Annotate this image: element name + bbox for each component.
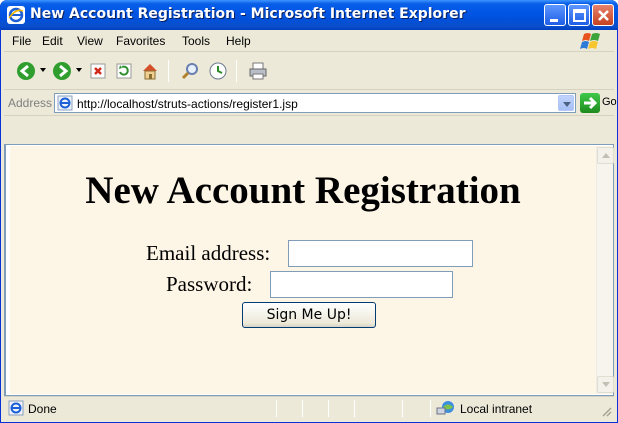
status-divider [430, 400, 431, 417]
close-icon [598, 10, 609, 21]
back-icon[interactable] [16, 61, 36, 81]
ie-logo-icon [7, 6, 25, 24]
toolbar-separator [236, 60, 237, 82]
back-dropdown-icon[interactable] [40, 68, 46, 72]
scroll-down-icon[interactable] [597, 376, 614, 393]
title-bar[interactable]: New Account Registration - Microsoft Int… [0, 0, 618, 30]
browser-window: New Account Registration - Microsoft Int… [0, 0, 618, 423]
status-divider [328, 400, 329, 417]
email-label: Email address: [146, 241, 271, 265]
maximize-icon [573, 9, 586, 22]
sign-up-button[interactable]: Sign Me Up! [242, 302, 376, 328]
search-icon[interactable] [180, 61, 200, 81]
close-button[interactable] [592, 4, 614, 26]
forward-icon[interactable] [52, 61, 72, 81]
menu-edit[interactable]: Edit [42, 34, 63, 48]
stop-icon[interactable] [88, 61, 108, 81]
page-heading: New Account Registration [85, 169, 521, 212]
menu-favorites[interactable]: Favorites [116, 34, 165, 48]
windows-logo-icon [580, 33, 600, 49]
status-divider [402, 400, 403, 417]
vertical-scrollbar[interactable] [596, 146, 614, 394]
print-icon[interactable] [248, 61, 268, 81]
address-url: http://localhost/struts-actions/register… [77, 97, 298, 111]
menu-file[interactable]: File [12, 34, 31, 48]
password-field[interactable] [270, 271, 453, 298]
menu-view[interactable]: View [77, 34, 103, 48]
window-title: New Account Registration - Microsoft Int… [30, 6, 466, 22]
intranet-zone-icon [436, 401, 454, 415]
toolbar [4, 52, 614, 90]
go-arrow-icon [584, 96, 598, 110]
menu-bar: File Edit View Favorites Tools Help [4, 30, 614, 52]
done-page-icon [8, 400, 24, 416]
page-content: New Account Registration Email address: … [10, 146, 596, 394]
home-icon[interactable] [140, 61, 160, 81]
password-label: Password: [166, 272, 253, 296]
minimize-icon [550, 19, 558, 22]
status-text: Done [28, 402, 57, 416]
status-divider [354, 400, 355, 417]
favorites-icon[interactable] [208, 61, 228, 81]
menu-help[interactable]: Help [226, 34, 251, 48]
minimize-button[interactable] [544, 4, 566, 26]
zone-label: Local intranet [460, 402, 533, 416]
status-bar: Done Local intranet [4, 396, 614, 419]
toolbar-separator [168, 60, 169, 82]
scroll-up-icon[interactable] [597, 147, 614, 164]
email-field[interactable] [288, 240, 473, 267]
go-button[interactable] [580, 93, 600, 113]
status-divider [276, 400, 277, 417]
menu-tools[interactable]: Tools [182, 34, 210, 48]
address-dropdown-icon[interactable] [558, 95, 574, 111]
address-bar: Address http://localhost/struts-actions/… [4, 90, 617, 116]
page-icon [57, 95, 73, 111]
status-divider [302, 400, 303, 417]
go-label[interactable]: Go [602, 96, 617, 108]
refresh-icon[interactable] [114, 61, 134, 81]
address-label: Address [8, 96, 53, 110]
forward-dropdown-icon[interactable] [76, 68, 82, 72]
address-input[interactable]: http://localhost/struts-actions/register… [54, 93, 576, 113]
maximize-button[interactable] [568, 4, 590, 26]
resize-grip-icon[interactable] [600, 405, 612, 417]
